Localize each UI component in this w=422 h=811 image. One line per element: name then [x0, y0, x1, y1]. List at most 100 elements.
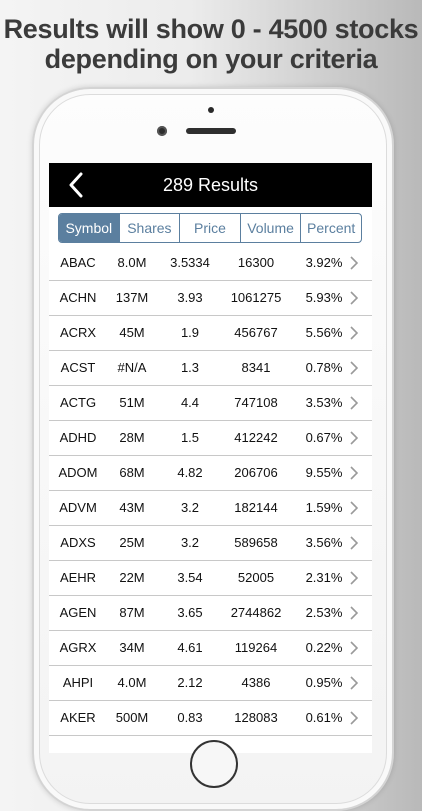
price-cell: 2.12 — [177, 675, 203, 690]
price-cell: 1.9 — [180, 325, 200, 340]
shares-cell: #N/A — [117, 360, 147, 375]
chevron-right-icon — [347, 351, 361, 385]
price-cell: 3.2 — [180, 500, 200, 515]
chevron-right-icon — [347, 596, 361, 630]
symbol-cell: AKER — [60, 710, 96, 725]
marketing-headline: Results will show 0 - 4500 stocks depend… — [0, 14, 422, 74]
chevron-right-icon — [347, 316, 361, 350]
chevron-right-icon — [347, 701, 361, 735]
price-cell: 4.82 — [177, 465, 203, 480]
percent-cell: 2.53% — [305, 605, 343, 620]
percent-cell: 5.93% — [305, 290, 343, 305]
table-row[interactable]: AEHR 22M 3.54 52005 2.31% — [49, 561, 372, 596]
headline-line-1: Results will show 0 - 4500 stocks — [3, 14, 419, 44]
symbol-cell: ACRX — [59, 325, 97, 340]
tab-price[interactable]: Price — [179, 214, 240, 242]
volume-cell: 182144 — [234, 500, 278, 515]
symbol-cell: ACTG — [59, 395, 97, 410]
front-camera — [157, 126, 167, 136]
back-button[interactable] — [63, 172, 89, 198]
price-cell: 3.54 — [177, 570, 203, 585]
volume-cell: 128083 — [234, 710, 278, 725]
symbol-cell: ADVM — [59, 500, 97, 515]
shares-cell: 87M — [119, 605, 145, 620]
chevron-right-icon — [347, 491, 361, 525]
percent-cell: 9.55% — [305, 465, 343, 480]
volume-cell: 589658 — [234, 535, 278, 550]
home-button[interactable] — [190, 740, 238, 788]
table-row[interactable]: ACRX 45M 1.9 456767 5.56% — [49, 316, 372, 351]
volume-cell: 16300 — [237, 255, 275, 270]
volume-cell: 52005 — [237, 570, 275, 585]
tab-symbol[interactable]: Symbol — [59, 214, 119, 242]
chevron-right-icon — [347, 526, 361, 560]
volume-cell: 119264 — [234, 640, 278, 655]
percent-cell: 3.56% — [305, 535, 343, 550]
price-cell: 3.2 — [180, 535, 200, 550]
chevron-left-icon — [69, 172, 83, 198]
symbol-cell: AEHR — [59, 570, 97, 585]
volume-cell: 8341 — [241, 360, 271, 375]
price-cell: 0.83 — [177, 710, 203, 725]
results-list: ABAC 8.0M 3.5334 16300 3.92% ACHN 137M 3.93 1061… — [49, 246, 372, 736]
shares-cell: 51M — [119, 395, 145, 410]
price-cell: 3.93 — [177, 290, 203, 305]
table-row[interactable]: ACTG 51M 4.4 747108 3.53% — [49, 386, 372, 421]
price-cell: 1.3 — [180, 360, 200, 375]
price-cell: 1.5 — [180, 430, 200, 445]
chevron-right-icon — [347, 561, 361, 595]
table-row[interactable]: ADVM 43M 3.2 182144 1.59% — [49, 491, 372, 526]
table-row[interactable]: ABAC 8.0M 3.5334 16300 3.92% — [49, 246, 372, 281]
price-cell: 4.61 — [177, 640, 203, 655]
table-row[interactable]: AGEN 87M 3.65 2744862 2.53% — [49, 596, 372, 631]
volume-cell: 412242 — [234, 430, 278, 445]
table-row[interactable]: AHPI 4.0M 2.12 4386 0.95% — [49, 666, 372, 701]
symbol-cell: AGRX — [59, 640, 97, 655]
volume-cell: 1061275 — [230, 290, 282, 305]
volume-cell: 456767 — [234, 325, 278, 340]
table-row[interactable]: ADXS 25M 3.2 589658 3.56% — [49, 526, 372, 561]
percent-cell: 2.31% — [305, 570, 343, 585]
chevron-right-icon — [347, 386, 361, 420]
tab-shares[interactable]: Shares — [118, 214, 180, 242]
symbol-cell: AGEN — [59, 605, 97, 620]
tab-percent[interactable]: Percent — [300, 214, 361, 242]
symbol-cell: ADOM — [58, 465, 98, 480]
volume-cell: 206706 — [234, 465, 278, 480]
table-row[interactable]: ADOM 68M 4.82 206706 9.55% — [49, 456, 372, 491]
proximity-sensor — [208, 107, 214, 113]
chevron-right-icon — [347, 666, 361, 700]
price-cell: 4.4 — [180, 395, 200, 410]
shares-cell: 45M — [119, 325, 145, 340]
shares-cell: 8.0M — [117, 255, 147, 270]
earpiece-speaker — [186, 128, 236, 134]
table-row[interactable]: ACHN 137M 3.93 1061275 5.93% — [49, 281, 372, 316]
shares-cell: 68M — [119, 465, 145, 480]
percent-cell: 0.22% — [305, 640, 343, 655]
table-row[interactable]: AGRX 34M 4.61 119264 0.22% — [49, 631, 372, 666]
symbol-cell: ADXS — [60, 535, 96, 550]
sort-segmented-control: Symbol Shares Price Volume Percent — [58, 213, 362, 243]
table-row[interactable]: ADHD 28M 1.5 412242 0.67% — [49, 421, 372, 456]
chevron-right-icon — [347, 246, 361, 280]
shares-cell: 34M — [119, 640, 145, 655]
table-row[interactable]: AKER 500M 0.83 128083 0.61% — [49, 701, 372, 736]
shares-cell: 25M — [119, 535, 145, 550]
app-screen: 289 Results Symbol Shares Price Volume Perce… — [49, 163, 372, 753]
table-row[interactable]: ACST #N/A 1.3 8341 0.78% — [49, 351, 372, 386]
symbol-cell: ABAC — [60, 255, 96, 270]
symbol-cell: ADHD — [59, 430, 97, 445]
shares-cell: 4.0M — [117, 675, 147, 690]
headline-line-2: depending on your criteria — [44, 44, 378, 74]
percent-cell: 0.61% — [305, 710, 343, 725]
page-title: 289 Results — [162, 175, 259, 195]
tab-volume[interactable]: Volume — [239, 214, 301, 242]
shares-cell: 500M — [115, 710, 149, 725]
percent-cell: 0.67% — [305, 430, 343, 445]
percent-cell: 3.92% — [305, 255, 343, 270]
shares-cell: 22M — [119, 570, 145, 585]
chevron-right-icon — [347, 631, 361, 665]
percent-cell: 1.59% — [305, 500, 343, 515]
volume-cell: 2744862 — [230, 605, 282, 620]
symbol-cell: ACHN — [59, 290, 97, 305]
